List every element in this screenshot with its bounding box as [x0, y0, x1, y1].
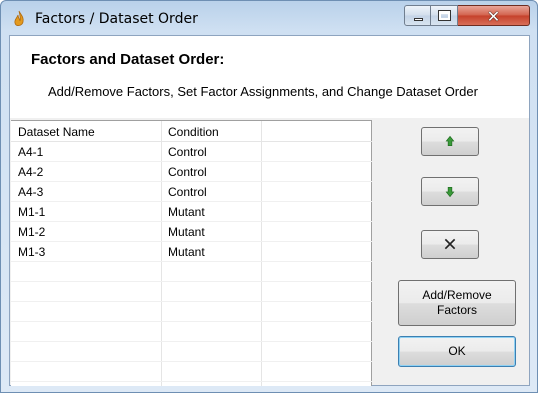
column-header-dataset-name[interactable]: Dataset Name: [18, 125, 95, 139]
close-icon: ✕: [486, 7, 501, 26]
empty-row: [11, 302, 372, 322]
dialog-window: Factors / Dataset Order ✕ Factors and Da…: [0, 0, 538, 393]
page-subtitle: Add/Remove Factors, Set Factor Assignmen…: [48, 84, 478, 99]
table-row[interactable]: A4-2 Control: [11, 162, 372, 182]
window-title: Factors / Dataset Order: [35, 11, 198, 27]
dialog-body: Factors and Dataset Order: Add/Remove Fa…: [9, 35, 530, 386]
condition-cell[interactable]: Control: [168, 145, 207, 159]
title-bar[interactable]: Factors / Dataset Order ✕: [1, 1, 537, 35]
dataset-name-cell: A4-2: [18, 165, 44, 179]
move-up-button[interactable]: [421, 127, 479, 156]
empty-row: [11, 322, 372, 342]
button-label-line: Factors: [436, 303, 477, 317]
ok-button[interactable]: OK: [398, 336, 516, 367]
app-flame-icon: [14, 10, 24, 26]
column-header-condition[interactable]: Condition: [168, 125, 219, 139]
dataset-name-cell: A4-3: [18, 185, 44, 199]
dataset-name-cell: M1-3: [18, 245, 46, 259]
empty-row: [11, 262, 372, 282]
condition-cell[interactable]: Control: [168, 165, 207, 179]
dataset-grid[interactable]: Dataset Name Condition A4-1 Control A4-2…: [11, 120, 372, 386]
empty-row: [11, 342, 372, 362]
close-window-button[interactable]: ✕: [458, 5, 530, 26]
dataset-name-cell: M1-2: [18, 225, 46, 239]
header-panel: Factors and Dataset Order: Add/Remove Fa…: [10, 36, 529, 118]
empty-row: [11, 282, 372, 302]
table-row[interactable]: A4-3 Control: [11, 182, 372, 202]
table-row[interactable]: M1-1 Mutant: [11, 202, 372, 222]
maximize-icon: [438, 10, 451, 21]
page-title: Factors and Dataset Order:: [31, 51, 225, 68]
maximize-button[interactable]: [431, 5, 458, 26]
minimize-button[interactable]: [404, 5, 431, 26]
condition-cell[interactable]: Control: [168, 185, 207, 199]
add-remove-factors-button[interactable]: Add/Remove Factors: [398, 280, 516, 326]
minimize-icon: [414, 18, 423, 21]
table-row[interactable]: M1-2 Mutant: [11, 222, 372, 242]
table-row[interactable]: A4-1 Control: [11, 142, 372, 162]
move-down-button[interactable]: [421, 177, 479, 206]
button-label-line: Add/Remove: [422, 288, 492, 302]
dataset-name-cell: A4-1: [18, 145, 44, 159]
remove-dataset-button[interactable]: [421, 230, 479, 259]
arrow-down-icon: [445, 186, 455, 198]
condition-cell[interactable]: Mutant: [168, 205, 205, 219]
empty-row: [11, 362, 372, 382]
arrow-up-icon: [445, 135, 455, 147]
condition-cell[interactable]: Mutant: [168, 225, 205, 239]
close-icon: [444, 238, 456, 250]
table-row[interactable]: M1-3 Mutant: [11, 242, 372, 262]
grid-header: Dataset Name Condition: [11, 121, 372, 142]
condition-cell[interactable]: Mutant: [168, 245, 205, 259]
dataset-name-cell: M1-1: [18, 205, 46, 219]
